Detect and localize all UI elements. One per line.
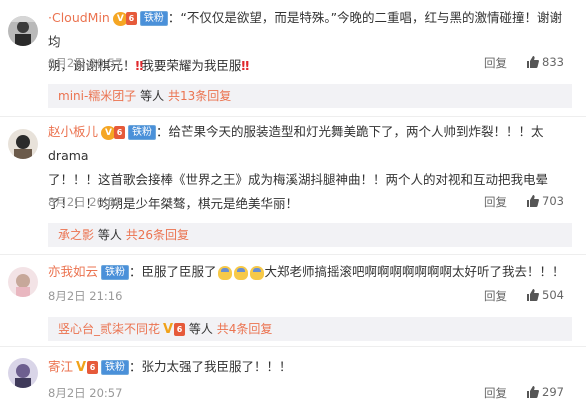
sub-reply-total[interactable]: 共26条回复 <box>126 228 189 242</box>
sub-reply-user[interactable]: 竖心台_贰柒不同花 <box>58 322 160 336</box>
username-link[interactable]: ·CloudMin <box>48 10 110 25</box>
reply-button[interactable]: 回复 <box>484 194 507 210</box>
level-badge-icon: 6 <box>125 12 137 25</box>
username-link[interactable]: 寄江 <box>48 359 73 374</box>
comment-body: ：臣服了臣服了 <box>129 264 217 279</box>
kneel-emoji-icon <box>249 265 264 280</box>
reply-button[interactable]: 回复 <box>484 385 507 401</box>
double-exclamation-icon: ‼ <box>241 58 249 73</box>
timestamp: 8月2日 20:57 <box>48 56 123 70</box>
comment-body: 了！！！这首歌会接棒《世界之王》成为梅溪湖抖腿神曲！！两个人的对视和互动把我电晕 <box>48 172 549 187</box>
thumbs-up-icon <box>527 195 539 207</box>
reply-button[interactable]: 回复 <box>484 288 507 304</box>
sub-reply-total[interactable]: 共4条回复 <box>217 322 273 336</box>
sub-reply-mid: 等人 <box>188 322 213 336</box>
comment-text: 寄江 V 6 铁粉 ：张力太强了我臣服了！！！ <box>48 355 572 379</box>
like-button[interactable]: 297 <box>526 385 564 399</box>
like-button[interactable]: 504 <box>526 288 564 302</box>
thumbs-up-icon <box>527 386 539 398</box>
like-count: 504 <box>542 288 564 302</box>
like-count: 833 <box>542 55 564 69</box>
kneel-emoji-icon <box>233 265 248 280</box>
like-button[interactable]: 833 <box>526 55 564 69</box>
kneel-emoji-icon <box>217 265 232 280</box>
level-badge-icon: 6 <box>174 323 186 336</box>
thumbs-up-icon <box>527 56 539 68</box>
comment-item: ·CloudMin V 6 铁粉 ：“不仅仅是欲望，而是特殊。”今晚的二重唱，红与黑的激… <box>0 0 586 112</box>
comment-body: ：张力太强了我臣服了！！！ <box>129 359 292 374</box>
avatar[interactable] <box>8 129 38 159</box>
thumbs-up-icon <box>527 289 539 301</box>
level-badge-icon: 6 <box>87 361 99 374</box>
fan-badge[interactable]: 铁粉 <box>139 11 168 26</box>
sub-reply-user[interactable]: mini-糯米团子 <box>58 89 136 103</box>
comment-item: 寄江 V 6 铁粉 ：张力太强了我臣服了！！！ 8月2日 20:57 回复 297 <box>0 347 586 407</box>
level-badge-icon: 6 <box>114 126 126 139</box>
fan-badge[interactable]: 铁粉 <box>128 125 157 140</box>
reply-button[interactable]: 回复 <box>484 55 507 71</box>
sub-replies[interactable]: 承之影 等人 共26条回复 <box>48 223 572 247</box>
timestamp: 8月2日 20:57 <box>48 386 123 400</box>
like-button[interactable]: 703 <box>526 194 564 208</box>
sub-replies[interactable]: mini-糯米团子 等人 共13条回复 <box>48 84 572 108</box>
comment-body: 大郑老师搞摇滚吧啊啊啊啊啊啊啊太好听了我去！！！ <box>264 264 565 279</box>
avatar[interactable] <box>8 16 38 46</box>
comment-text: 亦我如云 铁粉 ：臣服了臣服了 大郑老师搞摇滚吧啊啊啊啊啊啊啊太好听了我去！！！ <box>48 260 572 284</box>
sub-reply-total[interactable]: 共13条回复 <box>168 89 231 103</box>
username-link[interactable]: 亦我如云 <box>48 264 98 279</box>
sub-reply-user[interactable]: 承之影 <box>58 228 94 242</box>
avatar[interactable] <box>8 267 38 297</box>
comment-item: 亦我如云 铁粉 ：臣服了臣服了 大郑老师搞摇滚吧啊啊啊啊啊啊啊太好听了我去！！！ 8月… <box>0 255 586 343</box>
fan-badge[interactable]: 铁粉 <box>101 265 130 280</box>
fan-badge[interactable]: 铁粉 <box>101 360 130 375</box>
timestamp: 8月2日 21:16 <box>48 289 123 303</box>
avatar[interactable] <box>8 358 38 388</box>
sub-replies[interactable]: 竖心台_贰柒不同花 V 6 等人 共4条回复 <box>48 317 572 341</box>
like-count: 703 <box>542 194 564 208</box>
comment-item: 赵小板儿 V 6 铁粉 ：给芒果今天的服装造型和灯光舞美跪下了，两个人帅到炸裂！！！太d… <box>0 117 586 254</box>
like-count: 297 <box>542 385 564 399</box>
sub-reply-mid: 等人 <box>140 89 165 103</box>
timestamp: 8月2日 20:57 <box>48 195 123 209</box>
sub-reply-mid: 等人 <box>97 228 122 242</box>
comment-body: 我要荣耀为我臣服 <box>141 58 242 73</box>
username-link[interactable]: 赵小板儿 <box>48 124 98 139</box>
